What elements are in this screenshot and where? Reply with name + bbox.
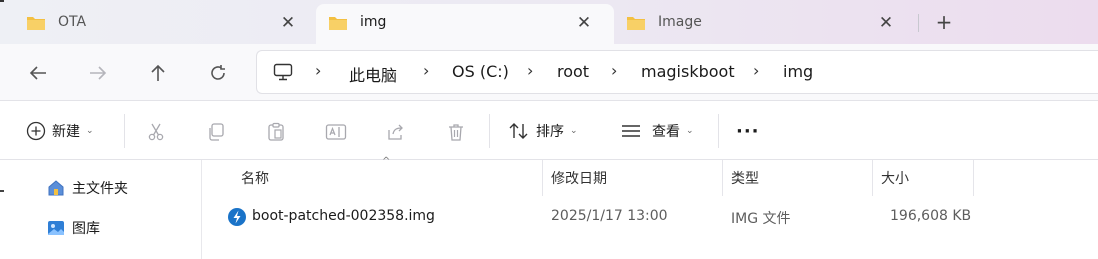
breadcrumb-img[interactable]: img [783, 62, 813, 81]
toolbar-divider [489, 114, 490, 148]
chevron-right-icon[interactable]: › [315, 61, 321, 80]
rename-icon [325, 124, 347, 140]
chevron-right-icon[interactable]: › [753, 61, 759, 80]
new-label: 新建 [52, 124, 80, 140]
file-list: ^ 名称 修改日期 类型 大小 boot-patched-002358.img … [203, 156, 1098, 259]
trash-icon [449, 124, 463, 141]
chevron-right-icon[interactable]: › [423, 61, 429, 80]
sidebar-item-home[interactable]: 主文件夹 [46, 176, 128, 200]
breadcrumb-magiskboot[interactable]: magiskboot [641, 62, 735, 81]
chevron-right-icon[interactable]: › [611, 61, 617, 80]
cut-button[interactable] [144, 120, 168, 144]
view-button[interactable]: 查看 ⌄ [620, 118, 694, 144]
forward-button[interactable] [82, 57, 114, 89]
copy-button[interactable] [204, 120, 228, 144]
navigation-bar: › 此电脑 › OS (C:) › root › magiskboot › im… [0, 44, 1098, 101]
sidebar-item-label: 主文件夹 [72, 181, 128, 197]
chevron-down-icon: ⌄ [686, 126, 694, 136]
tab-img[interactable]: img ✕ [316, 4, 614, 44]
new-tab-button[interactable]: + [932, 10, 956, 34]
delete-button[interactable] [444, 120, 468, 144]
tab-label: Image [658, 14, 702, 30]
folder-icon [626, 14, 646, 36]
sidebar-item-gallery[interactable]: 图库 [46, 216, 100, 240]
up-button[interactable] [142, 57, 174, 89]
file-size: 196,608 KB [890, 208, 972, 224]
column-divider[interactable] [722, 160, 723, 196]
refresh-icon [211, 65, 225, 80]
view-label: 查看 [652, 124, 680, 140]
tab-strip: OTA ✕ img ✕ Image ✕ + [0, 0, 1098, 44]
tab-divider [918, 14, 919, 32]
folder-icon [26, 14, 46, 36]
arrow-up-icon [151, 64, 165, 81]
address-bar[interactable]: › 此电脑 › OS (C:) › root › magiskboot › im… [256, 50, 1098, 94]
copy-icon [209, 123, 224, 141]
magisk-file-icon [227, 207, 247, 231]
column-header-name[interactable]: 名称 [241, 160, 269, 196]
sidebar-item-label: 图库 [72, 221, 100, 237]
plus-circle-icon [26, 121, 46, 141]
close-icon[interactable]: ✕ [278, 13, 298, 33]
column-header-modified[interactable]: 修改日期 [551, 160, 607, 196]
chevron-down-icon: ⌄ [570, 126, 578, 136]
back-button[interactable] [22, 57, 54, 89]
table-row[interactable]: boot-patched-002358.img 2025/1/17 13:00 … [203, 202, 1098, 232]
folder-icon [328, 14, 348, 36]
clipboard-icon [268, 122, 284, 141]
close-icon[interactable]: ✕ [574, 13, 594, 33]
column-divider[interactable] [872, 160, 873, 196]
share-button[interactable] [384, 120, 408, 144]
tab-label: img [360, 14, 387, 30]
tab-label: OTA [58, 14, 87, 30]
tab-ota[interactable]: OTA ✕ [14, 4, 306, 44]
breadcrumb-this-pc[interactable]: 此电脑 [349, 62, 397, 86]
chevron-right-icon[interactable]: › [527, 61, 533, 80]
tab-image[interactable]: Image ✕ [614, 4, 914, 44]
sort-button[interactable]: 排序 ⌄ [508, 118, 578, 144]
rename-button[interactable] [324, 120, 348, 144]
toolbar-divider [718, 114, 719, 148]
more-icon: ··· [736, 120, 760, 142]
file-name[interactable]: boot-patched-002358.img [252, 208, 435, 224]
view-list-icon [622, 125, 640, 137]
sort-icon [509, 123, 528, 139]
new-button[interactable]: 新建 ⌄ [26, 118, 94, 144]
toolbar-divider [124, 114, 125, 148]
arrow-right-icon [90, 66, 107, 80]
navigation-pane: 主文件夹 图库 [0, 160, 202, 259]
breadcrumb-os-c[interactable]: OS (C:) [452, 62, 509, 81]
file-modified: 2025/1/17 13:00 [551, 208, 668, 224]
arrow-left-icon [29, 66, 46, 80]
column-header-size[interactable]: 大小 [881, 160, 909, 196]
command-bar: 新建 ⌄ 排序 ⌄ 查看 ⌄ ··· [0, 102, 1098, 160]
column-divider[interactable] [973, 160, 974, 196]
scissors-icon [148, 123, 164, 141]
sort-label: 排序 [536, 124, 564, 140]
window-edge-mark [0, 190, 4, 192]
refresh-button[interactable] [202, 57, 234, 89]
sort-ascending-icon: ^ [382, 156, 391, 167]
chevron-down-icon: ⌄ [86, 126, 94, 136]
share-icon [388, 124, 403, 140]
home-icon [48, 180, 64, 196]
this-pc-icon [273, 63, 293, 85]
gallery-icon [48, 221, 64, 235]
column-header-type[interactable]: 类型 [731, 160, 759, 196]
column-divider[interactable] [542, 160, 543, 196]
close-icon[interactable]: ✕ [876, 13, 896, 33]
breadcrumb-root[interactable]: root [557, 62, 589, 81]
paste-button[interactable] [264, 120, 288, 144]
more-options-button[interactable]: ··· [736, 118, 760, 144]
file-type: IMG 文件 [731, 211, 791, 227]
window-edge-mark [0, 0, 4, 2]
